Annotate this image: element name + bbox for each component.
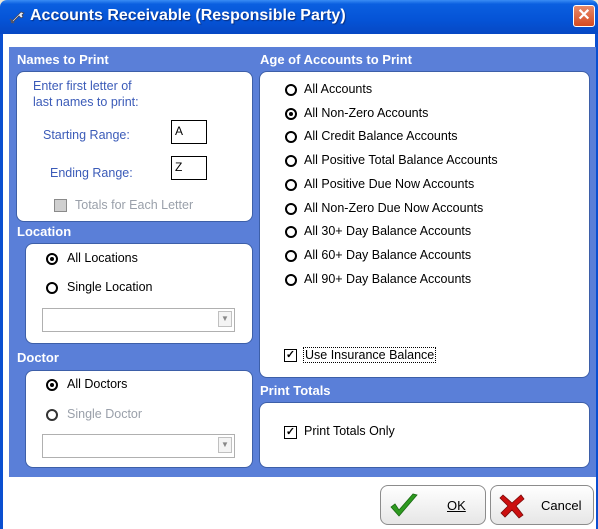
ending-range-label: Ending Range: — [50, 166, 133, 180]
all-locations-label: All Locations — [67, 251, 138, 265]
window-border-left — [0, 34, 3, 529]
age-option-label-7: All 60+ Day Balance Accounts — [304, 248, 472, 262]
single-doctor-label: Single Doctor — [67, 407, 143, 421]
ok-button[interactable]: OK — [380, 485, 486, 525]
single-location-radio[interactable] — [46, 282, 58, 294]
all-doctors-label: All Doctors — [67, 377, 128, 391]
all-locations-radio[interactable] — [46, 253, 58, 265]
doctor-select[interactable]: ▼ — [42, 434, 235, 458]
age-option-radio-2[interactable] — [285, 131, 297, 143]
location-panel: All Locations Single Location ▼ — [25, 243, 253, 344]
dialog-window: Accounts Receivable (Responsible Party) … — [0, 0, 598, 529]
age-option-radio-3[interactable] — [285, 155, 297, 167]
print-totals-only-checkbox[interactable]: ✓ — [284, 426, 297, 439]
cancel-button-label: Cancel — [541, 498, 582, 513]
doctor-panel: All Doctors Single Doctor ▼ — [25, 370, 253, 468]
age-option-label-0: All Accounts — [304, 82, 373, 96]
age-option-radio-6[interactable] — [285, 226, 297, 238]
ok-button-label: OK — [447, 498, 466, 513]
totals-each-letter-checkbox[interactable] — [54, 199, 67, 212]
x-icon — [499, 494, 525, 519]
location-group-header: Location — [17, 224, 72, 239]
chevron-down-icon[interactable]: ▼ — [218, 311, 232, 327]
names-instruction-1: Enter first letter of — [33, 79, 132, 93]
print-totals-group-header: Print Totals — [260, 383, 331, 398]
age-group-header: Age of Accounts to Print — [260, 52, 412, 67]
age-option-radio-5[interactable] — [285, 203, 297, 215]
starting-range-label: Starting Range: — [43, 128, 130, 142]
totals-each-letter-label: Totals for Each Letter — [75, 198, 194, 212]
age-option-label-2: All Credit Balance Accounts — [304, 129, 458, 143]
window-title: Accounts Receivable (Responsible Party) — [30, 7, 346, 24]
age-option-radio-4[interactable] — [285, 179, 297, 191]
ending-range-input[interactable]: Z — [171, 156, 207, 180]
use-insurance-balance-label: Use Insurance Balance — [303, 347, 437, 363]
age-option-radio-8[interactable] — [285, 274, 297, 286]
age-option-label-5: All Non-Zero Due Now Accounts — [304, 201, 484, 215]
location-select[interactable]: ▼ — [42, 308, 235, 332]
age-option-radio-7[interactable] — [285, 250, 297, 262]
starting-range-input[interactable]: A — [171, 120, 207, 144]
age-option-radio-0[interactable] — [285, 84, 297, 96]
age-option-radio-1[interactable] — [285, 108, 297, 120]
age-option-label-3: All Positive Total Balance Accounts — [304, 153, 498, 167]
names-panel: Enter first letter of last names to prin… — [16, 71, 253, 222]
all-doctors-radio[interactable] — [46, 379, 58, 391]
title-bar[interactable]: Accounts Receivable (Responsible Party) … — [0, 0, 598, 34]
doctor-group-header: Doctor — [17, 350, 59, 365]
chevron-down-icon[interactable]: ▼ — [218, 437, 232, 453]
checkmark-icon — [390, 493, 418, 517]
print-totals-panel: ✓ Print Totals Only — [259, 402, 590, 468]
wrench-icon — [9, 11, 25, 24]
age-option-label-4: All Positive Due Now Accounts — [304, 177, 475, 191]
age-option-label-1: All Non-Zero Accounts — [304, 106, 429, 120]
age-panel: All Accounts All Non-Zero Accounts All C… — [259, 71, 590, 378]
cancel-button[interactable]: Cancel — [490, 485, 594, 525]
single-doctor-radio[interactable] — [46, 409, 58, 421]
use-insurance-balance-checkbox[interactable]: ✓ — [284, 349, 297, 362]
age-option-label-6: All 30+ Day Balance Accounts — [304, 224, 472, 238]
single-location-label: Single Location — [67, 280, 153, 294]
age-option-label-8: All 90+ Day Balance Accounts — [304, 272, 472, 286]
names-instruction-2: last names to print: — [33, 95, 139, 109]
names-group-header: Names to Print — [17, 52, 109, 67]
close-button[interactable]: ✕ — [573, 5, 595, 27]
print-totals-only-label: Print Totals Only — [304, 424, 395, 438]
